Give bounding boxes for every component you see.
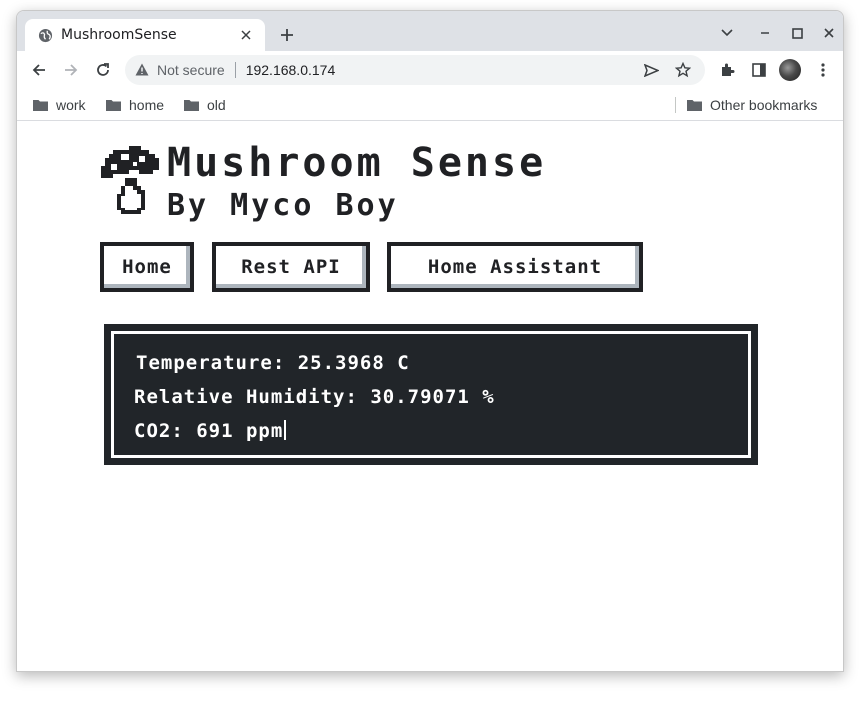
folder-icon: [184, 100, 199, 111]
extensions-icon[interactable]: [715, 58, 739, 82]
bookmarks-divider: [675, 97, 676, 113]
browser-window: MushroomSense Not secure 192.168.0.174 w…: [16, 10, 844, 672]
bookmark-label: old: [207, 97, 226, 113]
text-caret: [284, 420, 287, 440]
temperature-reading: Temperature: 25.3968 C: [136, 352, 410, 374]
close-tab-icon[interactable]: [237, 26, 255, 44]
browser-toolbar: Not secure 192.168.0.174: [17, 51, 843, 89]
co2-reading: CO2: 691 ppm: [134, 420, 284, 442]
tab-search-icon[interactable]: [717, 23, 737, 43]
bookmark-star-icon[interactable]: [671, 58, 695, 82]
url-text[interactable]: 192.168.0.174: [246, 62, 336, 78]
folder-icon: [106, 100, 121, 111]
home-assistant-button[interactable]: Home Assistant: [387, 242, 643, 292]
site-title: Mushroom Sense: [167, 140, 547, 186]
forward-icon[interactable]: [59, 58, 83, 82]
tab-strip: MushroomSense: [17, 11, 843, 51]
bookmark-folder-work[interactable]: work: [33, 95, 86, 115]
address-bar[interactable]: Not secure 192.168.0.174: [125, 55, 705, 85]
back-icon[interactable]: [27, 58, 51, 82]
maximize-icon[interactable]: [787, 23, 807, 43]
bookmark-label: work: [56, 97, 86, 113]
omnibox-divider: [234, 62, 236, 78]
new-tab-button[interactable]: [275, 23, 299, 47]
rest-api-button[interactable]: Rest API: [212, 242, 370, 292]
bookmark-label: home: [129, 97, 165, 113]
other-bookmarks[interactable]: Other bookmarks: [687, 95, 817, 115]
profile-avatar[interactable]: [779, 59, 801, 81]
other-bookmarks-label: Other bookmarks: [710, 97, 818, 113]
side-panel-icon[interactable]: [747, 58, 771, 82]
security-label[interactable]: Not secure: [157, 62, 225, 78]
bookmarks-bar: work home old Other bookmarks: [17, 89, 843, 121]
page-content: Mushroom Sense By Myco Boy Home Rest API…: [17, 122, 843, 671]
reload-icon[interactable]: [91, 58, 115, 82]
humidity-reading: Relative Humidity: 30.79071 %: [134, 386, 495, 408]
folder-icon: [33, 100, 48, 111]
tab-mushroomsense[interactable]: MushroomSense: [25, 19, 265, 51]
panel-inner-border: Temperature: 25.3968 C Relative Humidity…: [111, 331, 751, 458]
menu-kebab-icon[interactable]: [811, 58, 835, 82]
tab-title: MushroomSense: [61, 27, 177, 43]
co2-reading-line: CO2: 691 ppm: [134, 420, 287, 442]
globe-icon: [37, 27, 53, 43]
close-window-icon[interactable]: [819, 23, 839, 43]
sensor-readings-panel: Temperature: 25.3968 C Relative Humidity…: [104, 324, 758, 465]
bookmark-folder-home[interactable]: home: [106, 95, 164, 115]
send-icon[interactable]: [639, 58, 663, 82]
minimize-icon[interactable]: [755, 23, 775, 43]
home-button[interactable]: Home: [100, 242, 194, 292]
folder-icon: [687, 100, 702, 111]
site-subtitle: By Myco Boy: [167, 188, 399, 223]
bookmark-folder-old[interactable]: old: [184, 95, 226, 115]
mushroom-logo: [99, 144, 161, 222]
warning-icon[interactable]: [135, 61, 149, 80]
